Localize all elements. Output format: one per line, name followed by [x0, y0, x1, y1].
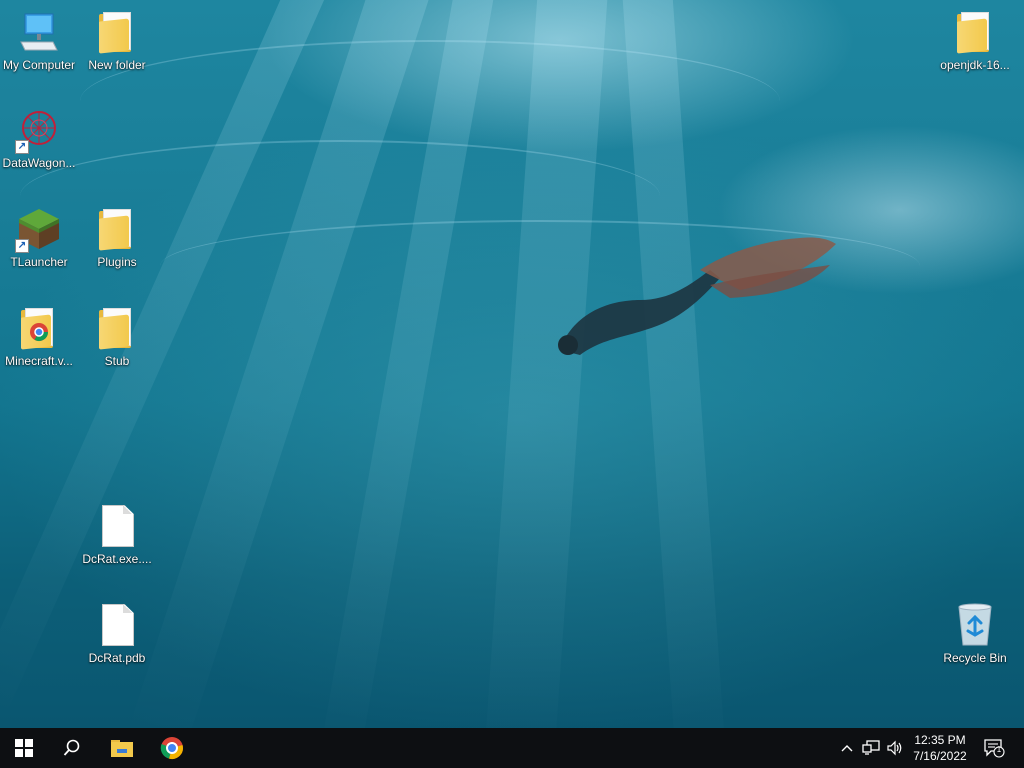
file-icon: [95, 504, 139, 548]
network-button[interactable]: [860, 728, 882, 768]
chevron-up-icon: [841, 745, 853, 752]
desktop-icon-my-computer[interactable]: My Computer: [0, 10, 78, 72]
computer-icon: [17, 10, 61, 54]
desktop-icon-label: Stub: [104, 354, 130, 368]
show-hidden-icons-button[interactable]: [838, 728, 856, 768]
desktop-icon-label: Recycle Bin: [943, 651, 1007, 665]
shortcut-arrow-icon: ↗: [15, 239, 29, 253]
datawagon-network-icon: ↗: [15, 108, 61, 154]
network-icon: [862, 740, 880, 755]
desktop-icon-stub-folder[interactable]: Stub: [78, 306, 156, 368]
clock-date: 7/16/2022: [913, 749, 967, 763]
desktop-icon-label: openjdk-16...: [940, 58, 1010, 72]
desktop-icon-plugins-folder[interactable]: Plugins: [78, 207, 156, 269]
folder-icon: [95, 306, 139, 350]
desktop-icon-tlauncher[interactable]: ↗ TLauncher: [0, 207, 78, 269]
desktop-icon-dcrat-pdb[interactable]: DcRat.pdb: [78, 603, 156, 665]
desktop-icon-openjdk-folder[interactable]: openjdk-16...: [936, 10, 1014, 72]
file-explorer-button[interactable]: [98, 728, 146, 768]
clock-time: 12:35 PM: [914, 733, 966, 747]
file-icon: [95, 603, 139, 647]
folder-icon: [95, 207, 139, 251]
desktop-icon-recycle-bin[interactable]: Recycle Bin: [936, 603, 1014, 665]
desktop-icon-label: My Computer: [2, 58, 76, 72]
search-button[interactable]: [48, 728, 96, 768]
action-center-button[interactable]: 1: [978, 728, 1010, 768]
desktop-icon-datawagon[interactable]: ↗ DataWagon...: [0, 108, 78, 170]
desktop-icon-label: Minecraft.v...: [5, 354, 73, 368]
speaker-icon: [887, 740, 902, 756]
desktop-icon-label: Plugins: [97, 255, 137, 269]
desktop-icon-minecraft-folder[interactable]: Minecraft.v...: [0, 306, 78, 368]
chrome-button[interactable]: [148, 728, 196, 768]
desktop-icon-dcrat-exe[interactable]: DcRat.exe....: [78, 504, 156, 566]
desktop-icon-label: DcRat.pdb: [88, 651, 146, 665]
file-explorer-icon: [111, 740, 133, 757]
volume-button[interactable]: [884, 728, 906, 768]
minecraft-grass-block-icon: ↗: [15, 207, 61, 253]
folder-icon: [95, 10, 139, 54]
notification-count-badge: 1: [996, 745, 1002, 754]
desktop-icon-label: DataWagon...: [2, 156, 76, 170]
diver-silhouette: [558, 237, 836, 355]
desktop-icon-label: TLauncher: [10, 255, 68, 269]
windows-logo-icon: [15, 739, 33, 757]
shortcut-arrow-icon: ↗: [15, 140, 29, 154]
start-button[interactable]: [0, 728, 48, 768]
desktop-icon-label: DcRat.exe....: [82, 552, 152, 566]
chrome-icon: [160, 737, 183, 759]
taskbar: 12:35 PM 7/16/2022 1: [0, 728, 1024, 768]
folder-chrome-icon: [17, 306, 61, 350]
folder-icon: [953, 10, 997, 54]
recycle-bin-icon: [953, 603, 997, 647]
search-icon: [63, 739, 80, 756]
desktop-icon-new-folder[interactable]: New folder: [78, 10, 156, 72]
clock-button[interactable]: 12:35 PM 7/16/2022: [905, 732, 975, 764]
desktop-wallpaper: My Computer New folder openjdk-16... ↗ D…: [0, 0, 1024, 728]
desktop-icon-label: New folder: [88, 58, 146, 72]
